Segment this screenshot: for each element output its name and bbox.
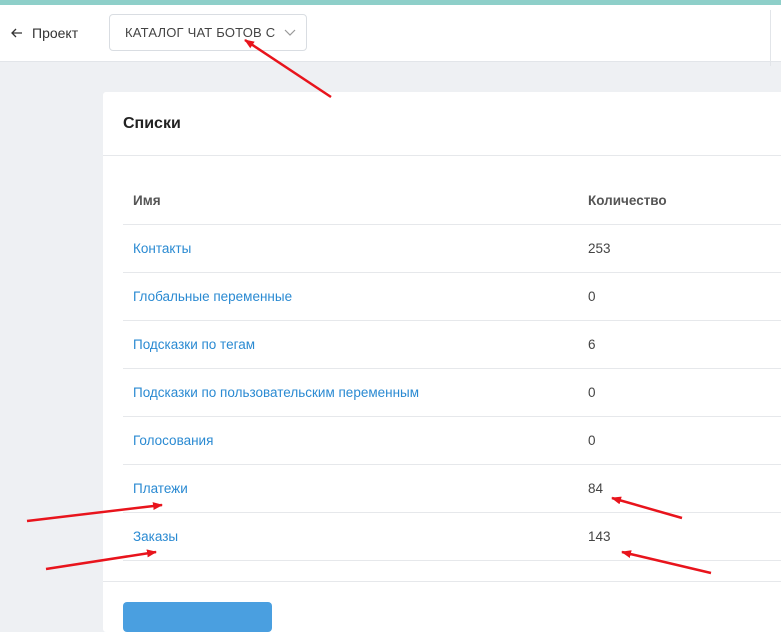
list-count: 143 <box>588 529 611 544</box>
column-header-name: Имя <box>133 193 161 208</box>
list-count: 0 <box>588 385 596 400</box>
back-link-label: Проект <box>32 25 79 41</box>
list-link-contacts[interactable]: Контакты <box>133 241 191 256</box>
card-footer-divider <box>103 581 781 582</box>
list-count: 6 <box>588 337 596 352</box>
list-count: 0 <box>588 289 596 304</box>
list-link-orders[interactable]: Заказы <box>133 529 178 544</box>
list-link-global-variables[interactable]: Глобальные переменные <box>133 289 292 304</box>
table-row: Подсказки по пользовательским переменным… <box>123 369 781 417</box>
table-header-row: Имя Количество <box>123 177 781 225</box>
project-selector-value: КАТАЛОГ ЧАТ БОТОВ С <box>125 25 275 40</box>
table-row: Голосования 0 <box>123 417 781 465</box>
table-row: Заказы 143 <box>123 513 781 561</box>
list-link-payments[interactable]: Платежи <box>133 481 188 496</box>
list-count: 84 <box>588 481 604 496</box>
table-row: Глобальные переменные 0 <box>123 273 781 321</box>
list-link-user-variable-hints[interactable]: Подсказки по пользовательским переменным <box>133 385 419 400</box>
chevron-down-icon <box>284 29 296 36</box>
card-title-divider <box>103 155 781 156</box>
arrow-left-icon <box>11 28 22 38</box>
list-count: 0 <box>588 433 596 448</box>
header-edge-divider <box>770 10 771 66</box>
table-row: Подсказки по тегам 6 <box>123 321 781 369</box>
project-selector[interactable]: КАТАЛОГ ЧАТ БОТОВ С <box>109 14 307 51</box>
list-link-votes[interactable]: Голосования <box>133 433 213 448</box>
column-header-count: Количество <box>588 193 667 208</box>
table-row: Контакты 253 <box>123 225 781 273</box>
list-link-tag-hints[interactable]: Подсказки по тегам <box>133 337 255 352</box>
table-row: Платежи 84 <box>123 465 781 513</box>
lists-card: Списки Имя Количество Контакты 253 Глоба… <box>103 92 781 632</box>
card-title: Списки <box>123 115 181 132</box>
back-to-project-link[interactable]: Проект <box>10 24 78 42</box>
top-header: Проект КАТАЛОГ ЧАТ БОТОВ С <box>0 5 781 66</box>
lists-table: Имя Количество Контакты 253 Глобальные п… <box>123 177 781 561</box>
list-count: 253 <box>588 241 611 256</box>
